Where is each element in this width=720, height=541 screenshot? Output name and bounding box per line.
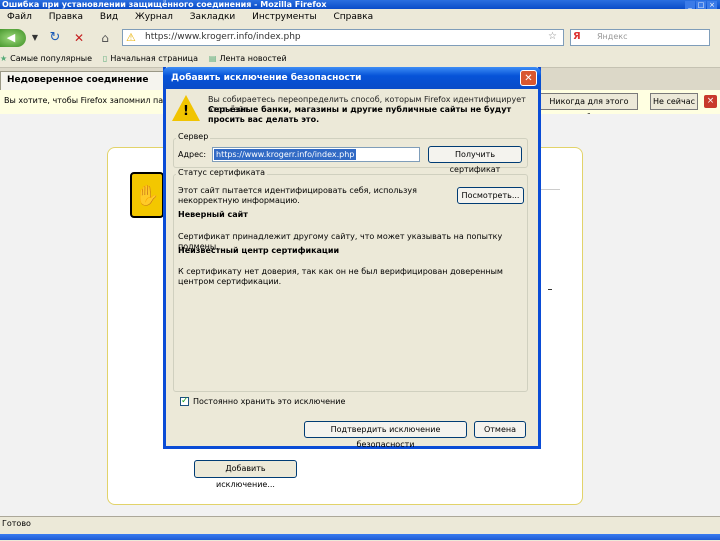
wrong-site-heading: Неверный сайт (178, 210, 248, 219)
address-bar-url: https://www.krogerr.info/index.php (145, 32, 301, 42)
close-window-icon[interactable]: × (707, 1, 717, 9)
cancel-button[interactable]: Отмена (474, 421, 526, 438)
yandex-icon: Я (573, 31, 581, 42)
permanent-checkbox[interactable]: ✓ (180, 397, 189, 406)
bookmark-icon: ★ (0, 54, 8, 63)
menu-bar: Файл Правка Вид Журнал Закладки Инструме… (0, 9, 720, 26)
reload-icon[interactable]: ↻ (46, 29, 64, 47)
view-certificate-button[interactable]: Посмотреть... (457, 187, 524, 204)
maximize-icon[interactable]: □ (696, 1, 706, 9)
address-label: Адрес: (178, 150, 207, 159)
minimize-icon[interactable]: _ (685, 1, 695, 9)
search-input[interactable]: Я Яндекс (570, 29, 710, 46)
menu-help[interactable]: Справка (326, 9, 380, 25)
confirm-exception-button[interactable]: Подтвердить исключение безопасности (304, 421, 467, 449)
add-exception-button[interactable]: Добавить исключение... (194, 460, 297, 489)
not-now-button[interactable]: Не сейчас (650, 93, 698, 110)
rss-icon: ▤ (208, 54, 217, 63)
status-legend: Статус сертификата (176, 168, 268, 177)
navigation-toolbar: ◀ ▼ ↻ ✕ ⌂ ⚠ https://www.krogerr.info/ind… (0, 25, 720, 51)
tab-untrusted[interactable]: Недоверенное соединение (0, 71, 165, 90)
warning-icon: ⚠ (126, 31, 136, 44)
window-controls: _ □ × (684, 0, 720, 9)
page-icon: ▯ (102, 54, 108, 63)
unknown-ca-text: К сертификату нет доверия, так как он не… (178, 267, 503, 286)
status-intro-text: Этот сайт пытается идентифицировать себя… (178, 186, 417, 205)
notification-text: Вы хотите, чтобы Firefox запомнил пароль (4, 96, 183, 105)
menu-file[interactable]: Файл (0, 9, 39, 25)
bookmarks-toolbar: ★ Самые популярные ▯ Начальная страница ▤ Л… (0, 51, 720, 68)
bookmark-item[interactable]: ▤ Лента новостей (209, 51, 287, 67)
warning-mark: ! (183, 104, 189, 119)
address-value: https://www.krogerr.info/index.php (214, 149, 357, 160)
search-placeholder: Яндекс (597, 32, 628, 41)
bookmark-item[interactable]: ★ Самые популярные (0, 51, 92, 67)
never-for-site-button[interactable]: Никогда для этого сайта (540, 93, 638, 121)
bookmark-item[interactable]: ▯ Начальная страница (103, 51, 198, 67)
dialog-title: Добавить исключение безопасности (163, 67, 541, 89)
address-bar[interactable]: ⚠ https://www.krogerr.info/index.php ☆ (122, 29, 564, 46)
unknown-ca-heading: Неизвестный центр сертификации (178, 246, 340, 255)
close-icon[interactable]: ✕ (520, 70, 537, 86)
menu-history[interactable]: Журнал (128, 9, 180, 25)
close-icon[interactable]: × (704, 95, 717, 108)
menu-bookmarks[interactable]: Закладки (183, 9, 243, 25)
taskbar (0, 534, 720, 540)
back-button[interactable]: ◀ (0, 29, 26, 47)
status-text: Готово (2, 519, 31, 528)
stop-icon[interactable]: ✕ (70, 29, 88, 47)
history-dropdown-icon[interactable]: ▼ (30, 29, 40, 47)
permanent-label: Постоянно хранить это исключение (193, 397, 346, 406)
warning-bold-text: Серьёзные банки, магазины и другие публи… (208, 105, 512, 124)
get-certificate-button[interactable]: Получить сертификат (428, 146, 522, 174)
server-legend: Сервер (176, 132, 211, 141)
menu-tools[interactable]: Инструменты (245, 9, 323, 25)
address-field[interactable]: https://www.krogerr.info/index.php (212, 147, 420, 162)
divider (548, 289, 552, 290)
bookmark-star-icon[interactable]: ☆ (548, 31, 557, 42)
policeman-icon: ✋ (130, 172, 164, 218)
window-title: Ошибка при установлении защищённого соед… (0, 0, 720, 9)
menu-edit[interactable]: Правка (42, 9, 90, 25)
menu-view[interactable]: Вид (93, 9, 125, 25)
home-icon[interactable]: ⌂ (96, 29, 114, 47)
